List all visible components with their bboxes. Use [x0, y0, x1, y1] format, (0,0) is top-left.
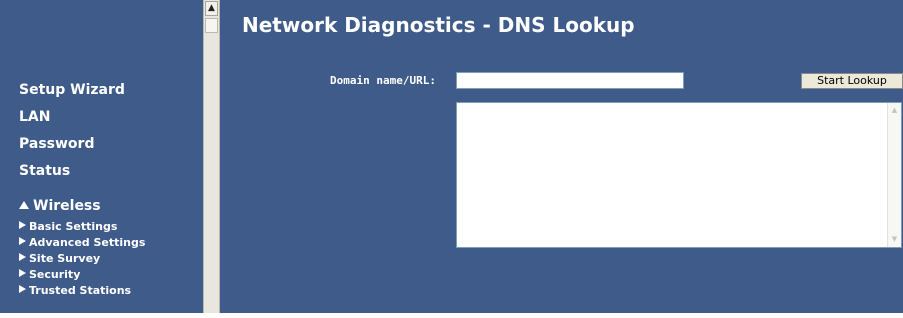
frame-scrollbar[interactable]: ▲ — [203, 0, 220, 313]
sidebar-subitem-label: Trusted Stations — [29, 284, 132, 297]
sidebar-item-label: Status — [19, 163, 71, 179]
sidebar-item-wireless[interactable]: Wireless — [19, 198, 101, 214]
sidebar-item-label: LAN — [19, 109, 51, 125]
sidebar-item-label: Setup Wizard — [19, 82, 125, 98]
domain-input[interactable] — [456, 72, 684, 89]
sidebar-subitem-security[interactable]: Security — [19, 268, 80, 281]
result-textarea[interactable]: ▲ ▼ — [456, 102, 902, 248]
sidebar-subitem-advanced-settings[interactable]: Advanced Settings — [19, 236, 145, 249]
triangle-right-icon — [19, 285, 26, 293]
domain-label: Domain name/URL: — [330, 74, 436, 87]
sidebar-item-setup-wizard[interactable]: Setup Wizard — [19, 82, 125, 98]
sidebar-item-label: Wireless — [33, 198, 101, 214]
sidebar-subitem-trusted-stations[interactable]: Trusted Stations — [19, 284, 131, 297]
triangle-right-icon — [19, 269, 26, 277]
sidebar-subitem-label: Security — [29, 268, 81, 281]
page-title: Network Diagnostics - DNS Lookup — [242, 13, 635, 37]
start-lookup-button[interactable]: Start Lookup — [801, 73, 903, 89]
scroll-down-arrow-icon[interactable]: ▼ — [888, 233, 901, 246]
triangle-right-icon — [19, 253, 26, 261]
sidebar-item-status[interactable]: Status — [19, 163, 70, 179]
main-content: Network Diagnostics - DNS Lookup Domain … — [220, 0, 903, 313]
scrollbar-thumb[interactable] — [205, 18, 218, 33]
triangle-right-icon — [19, 221, 26, 229]
sidebar-subitem-label: Basic Settings — [29, 220, 118, 233]
router-admin-page: Setup Wizard LAN Password Status Wireles… — [0, 0, 903, 318]
scroll-up-arrow-icon[interactable]: ▲ — [205, 1, 218, 16]
sidebar-item-lan[interactable]: LAN — [19, 109, 50, 125]
sidebar-subitem-basic-settings[interactable]: Basic Settings — [19, 220, 117, 233]
sidebar-item-password[interactable]: Password — [19, 136, 94, 152]
triangle-up-icon — [19, 201, 29, 209]
sidebar-nav: Setup Wizard LAN Password Status Wireles… — [0, 0, 203, 313]
sidebar-subitem-label: Site Survey — [29, 252, 101, 265]
sidebar-subitem-site-survey[interactable]: Site Survey — [19, 252, 100, 265]
sidebar-item-label: Password — [19, 136, 95, 152]
result-scrollbar[interactable]: ▲ ▼ — [887, 103, 901, 247]
sidebar-subitem-label: Advanced Settings — [29, 236, 146, 249]
triangle-right-icon — [19, 237, 26, 245]
scroll-up-arrow-icon[interactable]: ▲ — [888, 104, 901, 117]
